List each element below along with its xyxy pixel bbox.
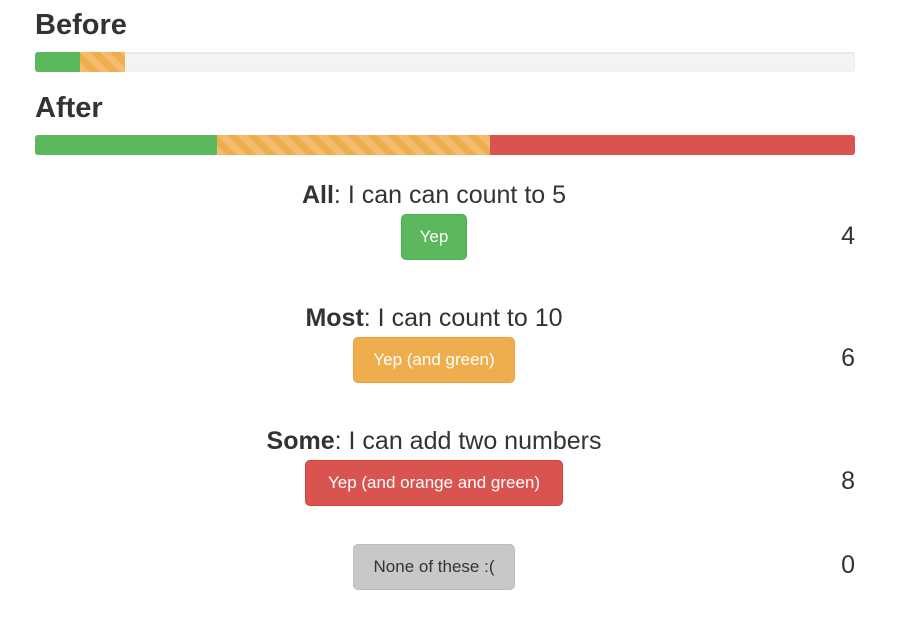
after-title: After	[35, 92, 103, 124]
after-progress-orange-segment	[217, 135, 491, 155]
yep-and-green-button[interactable]: Yep (and green)	[353, 337, 515, 383]
before-progress-bar	[35, 52, 855, 72]
count-all: 4	[841, 222, 855, 250]
before-title: Before	[35, 9, 127, 41]
none-of-these-button[interactable]: None of these :(	[353, 544, 515, 590]
page: Before After All: I can can count to 5 Y…	[0, 0, 912, 633]
question-row-most: Most: I can count to 10 Yep (and green) …	[35, 306, 855, 386]
yep-and-orange-and-green-button[interactable]: Yep (and orange and green)	[305, 460, 563, 506]
count-some: 8	[841, 467, 855, 495]
question-row-some: Some: I can add two numbers Yep (and ora…	[35, 429, 855, 509]
count-none: 0	[841, 551, 855, 579]
question-text-all: : I can can count to 5	[333, 181, 567, 209]
before-progress-orange-segment	[80, 52, 126, 72]
after-progress-red-segment	[490, 135, 855, 155]
question-prompt-most: Most: I can count to 10	[35, 306, 833, 331]
question-row-all: All: I can can count to 5 Yep 4	[35, 183, 855, 263]
question-row-none: None of these :( 0	[35, 544, 855, 594]
question-level-all: All	[301, 181, 334, 209]
before-progress-green-segment	[35, 52, 81, 72]
question-level-some: Some	[266, 427, 335, 455]
question-text-most: : I can count to 10	[363, 304, 563, 332]
after-progress-green-segment	[35, 135, 218, 155]
question-prompt-some: Some: I can add two numbers	[35, 429, 833, 454]
question-prompt-all: All: I can can count to 5	[35, 183, 833, 208]
question-text-some: : I can add two numbers	[334, 427, 602, 455]
question-level-most: Most	[305, 304, 364, 332]
count-most: 6	[841, 344, 855, 372]
yep-button[interactable]: Yep	[401, 214, 467, 260]
after-progress-bar	[35, 135, 855, 155]
